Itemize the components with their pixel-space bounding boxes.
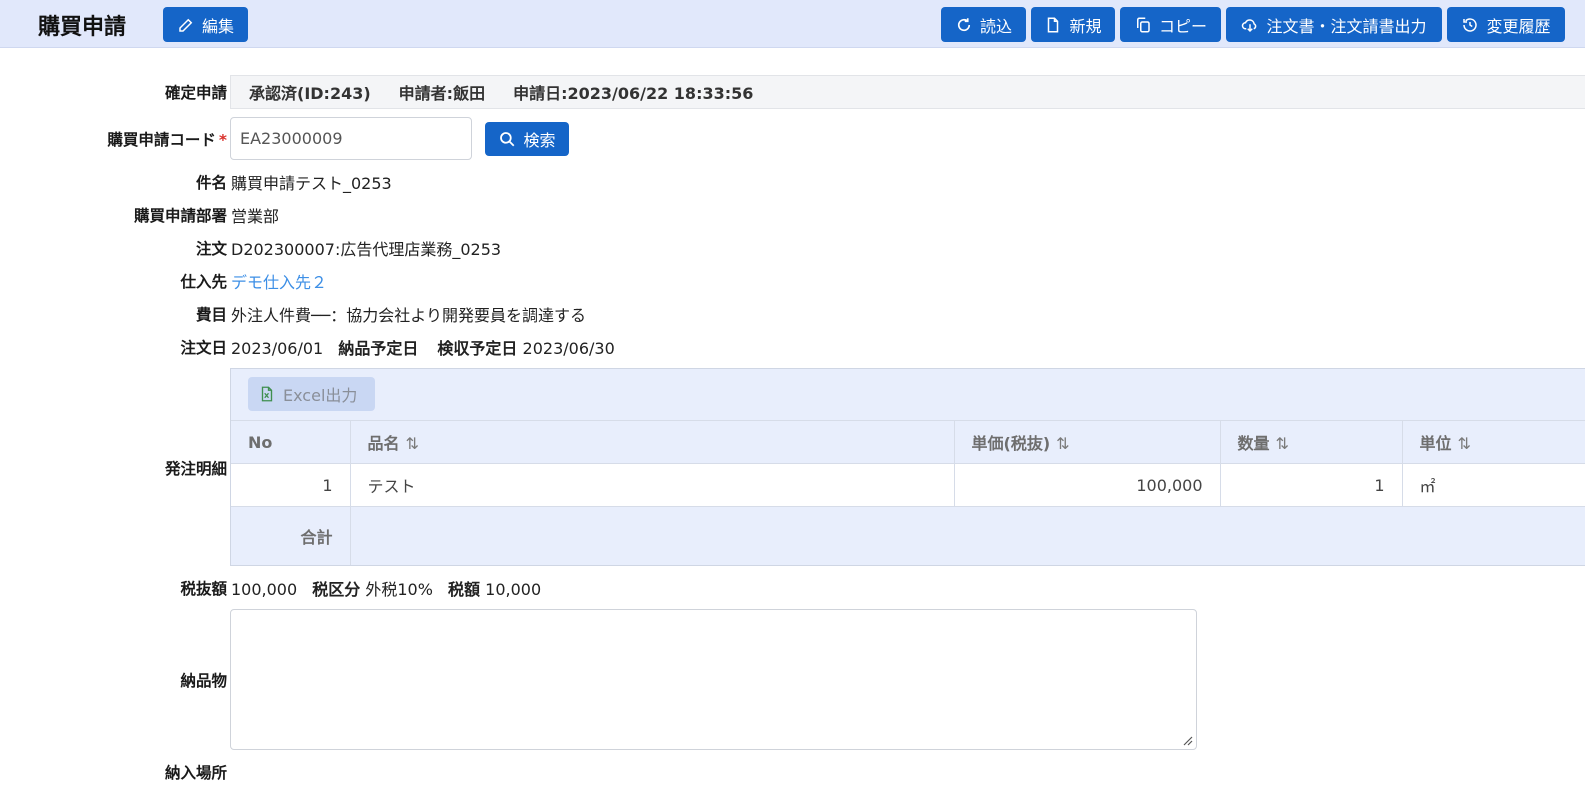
column-header-price[interactable]: 単価(税抜) ⇅ <box>954 420 1221 464</box>
sort-icon[interactable]: ⇅ <box>406 434 419 453</box>
sort-icon[interactable]: ⇅ <box>1458 434 1471 453</box>
order-details-table: No 品名 ⇅ 単価(税抜) ⇅ 数量 ⇅ 単位 ⇅ 1 テスト 100,000 1 ㎡… <box>231 420 1585 565</box>
cell-price: 100,000 <box>954 463 1221 507</box>
tax-amount-label: 税額 <box>448 580 481 599</box>
tax-amount-value: 10,000 <box>485 580 542 599</box>
required-mark: * <box>218 131 227 149</box>
new-button[interactable]: 新規 <box>1031 7 1115 42</box>
order-date-label: 注文日 <box>180 339 227 357</box>
subject-value: 購買申請テスト_0253 <box>231 174 392 193</box>
refresh-icon <box>957 17 971 31</box>
column-no-label: No <box>248 432 273 452</box>
cell-unit: ㎡ <box>1402 463 1585 507</box>
subject-label: 件名 <box>195 174 227 192</box>
reload-button[interactable]: 読込 <box>941 7 1026 42</box>
order-value: D202300007:広告代理店業務_0253 <box>231 240 502 259</box>
cloud-download-icon <box>1242 18 1257 32</box>
inspection-date-value: 2023/06/30 <box>522 339 615 358</box>
column-header-no: No <box>231 420 351 464</box>
supplier-link[interactable]: デモ仕入先２ <box>231 269 327 293</box>
order-date-value: 2023/06/01 <box>231 339 324 358</box>
approval-status: 承認済(ID:243) <box>249 84 371 103</box>
pretax-label: 税抜額 <box>180 580 227 598</box>
sort-icon[interactable]: ⇅ <box>1056 434 1069 453</box>
applicant: 申請者:飯田 <box>398 84 486 103</box>
supplier-label: 仕入先 <box>180 273 227 291</box>
column-qty-label: 数量 <box>1237 434 1270 453</box>
expense-label: 費目 <box>195 306 227 324</box>
copy-icon <box>1136 17 1150 32</box>
export-order-button[interactable]: 注文書・注文請書出力 <box>1226 7 1442 42</box>
export-order-button-label: 注文書・注文請書出力 <box>1266 16 1427 36</box>
excel-export-label: Excel出力 <box>283 386 358 405</box>
order-details-grid: Excel出力 No 品名 ⇅ 単価(税抜) ⇅ 数量 ⇅ 単位 ⇅ 1 テスト 100… <box>230 368 1585 566</box>
history-button-label: 変更履歴 <box>1486 16 1551 36</box>
search-button[interactable]: 検索 <box>485 122 569 156</box>
deliverables-textarea[interactable] <box>230 609 1197 750</box>
history-icon <box>1463 17 1478 32</box>
delivery-place-label: 納入場所 <box>164 764 227 782</box>
reload-button-label: 読込 <box>979 16 1012 36</box>
column-header-item[interactable]: 品名 ⇅ <box>350 420 955 464</box>
top-toolbar: 購買申請 編集 読込 新規 コピー 注文書・注文請書出力 変更履歴 <box>0 0 1585 48</box>
dates-row: 2023/06/01 納品予定日 検収予定日 2023/06/30 <box>231 335 615 359</box>
approval-status-box: 承認済(ID:243) 申請者:飯田 申請日:2023/06/22 18:33:… <box>230 75 1585 109</box>
excel-export-button[interactable]: Excel出力 <box>248 377 375 411</box>
pretax-value: 100,000 <box>231 580 298 599</box>
order-label: 注文 <box>195 240 227 258</box>
applied-at: 申請日:2023/06/22 18:33:56 <box>513 84 754 103</box>
deliverables-label: 納品物 <box>180 672 227 690</box>
total-empty <box>350 506 1585 565</box>
copy-button[interactable]: コピー <box>1120 7 1221 42</box>
cell-item: テスト <box>350 463 955 507</box>
file-icon <box>1048 17 1059 32</box>
request-code-input[interactable] <box>230 117 472 160</box>
sort-icon[interactable]: ⇅ <box>1276 434 1289 453</box>
department-label: 購買申請部署 <box>133 207 227 225</box>
column-price-label: 単価(税抜) <box>971 434 1051 453</box>
inspection-date-label: 検収予定日 <box>437 339 518 358</box>
tax-type-value: 外税10% <box>365 580 433 599</box>
department-value: 営業部 <box>231 207 280 226</box>
column-unit-label: 単位 <box>1419 434 1452 453</box>
tax-row: 100,000 税区分 外税10% 税額 10,000 <box>231 576 541 600</box>
column-item-label: 品名 <box>367 434 400 453</box>
total-row: 合計 <box>231 506 1585 565</box>
request-code-label: 購買申請コード * <box>107 128 227 150</box>
resize-grip-icon[interactable] <box>1181 734 1193 746</box>
excel-file-icon <box>261 386 273 402</box>
search-icon <box>500 132 515 147</box>
expense-value: 外注人件費──：協力会社より開発要員を調達する <box>231 306 586 325</box>
tax-type-label: 税区分 <box>312 580 361 599</box>
edit-button[interactable]: 編集 <box>163 7 248 42</box>
page-title: 購買申請 <box>38 15 127 40</box>
edit-button-label: 編集 <box>201 16 234 36</box>
table-header-row: No 品名 ⇅ 単価(税抜) ⇅ 数量 ⇅ 単位 ⇅ <box>231 420 1585 464</box>
search-button-label: 検索 <box>523 131 556 150</box>
copy-button-label: コピー <box>1158 16 1207 36</box>
history-button[interactable]: 変更履歴 <box>1447 7 1565 42</box>
cell-no: 1 <box>231 463 351 507</box>
total-label: 合計 <box>231 506 351 565</box>
confirmed-request-label: 確定申請 <box>164 84 227 102</box>
request-code-label-text: 購買申請コード <box>107 131 216 149</box>
order-details-label: 発注明細 <box>164 460 227 478</box>
delivery-date-label: 納品予定日 <box>338 339 419 358</box>
column-header-qty[interactable]: 数量 ⇅ <box>1220 420 1403 464</box>
column-header-unit[interactable]: 単位 ⇅ <box>1402 420 1585 464</box>
pencil-icon <box>179 18 193 32</box>
new-button-label: 新規 <box>1069 16 1102 36</box>
table-row[interactable]: 1 テスト 100,000 1 ㎡ <box>231 463 1585 507</box>
cell-qty: 1 <box>1220 463 1403 507</box>
